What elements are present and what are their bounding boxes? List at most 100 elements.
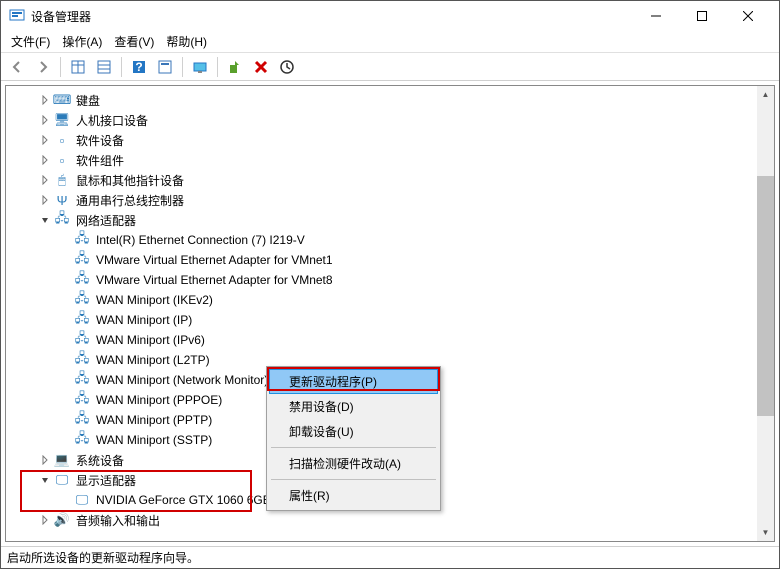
tree-node-label: 通用串行总线控制器 [74, 191, 186, 210]
minimize-button[interactable] [633, 1, 679, 31]
tree-node-label: WAN Miniport (IP) [94, 312, 194, 328]
vertical-scrollbar[interactable]: ▲ ▼ [757, 86, 774, 541]
app-icon [9, 8, 25, 24]
tree-node[interactable]: 🔊音频输入和输出 [6, 510, 757, 530]
tree-node-label: WAN Miniport (PPPOE) [94, 392, 224, 408]
tree-node[interactable]: 🖧WAN Miniport (IP) [6, 310, 757, 330]
close-button[interactable] [725, 1, 771, 31]
enable-button[interactable] [223, 55, 247, 79]
tree-node-label: WAN Miniport (L2TP) [94, 352, 212, 368]
net-icon: 🖧 [74, 252, 90, 268]
expander-placeholder [58, 493, 72, 507]
net-icon: 🖧 [74, 392, 90, 408]
expand-icon[interactable] [38, 113, 52, 127]
menu-help[interactable]: 帮助(H) [160, 31, 213, 52]
menu-view[interactable]: 查看(V) [108, 31, 160, 52]
display-icon: 🖵 [74, 492, 90, 508]
scroll-down-arrow[interactable]: ▼ [757, 524, 774, 541]
tree-node-label: 鼠标和其他指针设备 [74, 171, 186, 190]
properties-button[interactable] [153, 55, 177, 79]
update-driver-button[interactable] [188, 55, 212, 79]
expand-icon[interactable] [38, 513, 52, 527]
help-button[interactable]: ? [127, 55, 151, 79]
expand-icon[interactable] [38, 193, 52, 207]
tree-node-label: VMware Virtual Ethernet Adapter for VMne… [94, 252, 335, 268]
menu-action[interactable]: 操作(A) [56, 31, 108, 52]
scan-button[interactable] [275, 55, 299, 79]
expander-placeholder [58, 313, 72, 327]
tree-node[interactable]: 🖧WAN Miniport (IPv6) [6, 330, 757, 350]
ctx-disable-device[interactable]: 禁用设备(D) [269, 394, 438, 419]
tree-node-label: 系统设备 [74, 451, 126, 470]
network-icon: 🖧 [54, 212, 70, 228]
tree-node[interactable]: Ψ通用串行总线控制器 [6, 190, 757, 210]
net-icon: 🖧 [74, 332, 90, 348]
toolbar-separator [60, 57, 61, 77]
tree-node[interactable]: 🖥人机接口设备 [6, 110, 757, 130]
tree-node-label: WAN Miniport (IPv6) [94, 332, 207, 348]
toolbar-separator [182, 57, 183, 77]
tree-node[interactable]: 🖱鼠标和其他指针设备 [6, 170, 757, 190]
ctx-properties[interactable]: 属性(R) [269, 483, 438, 508]
system-icon: 💻 [54, 452, 70, 468]
net-icon: 🖧 [74, 412, 90, 428]
expand-icon[interactable] [38, 173, 52, 187]
usb-icon: Ψ [54, 192, 70, 208]
tree-node[interactable]: ⌨键盘 [6, 90, 757, 110]
back-button[interactable] [5, 55, 29, 79]
tree-node-label: WAN Miniport (Network Monitor) [94, 372, 270, 388]
tree-node[interactable]: ▫软件设备 [6, 130, 757, 150]
hid-icon: 🖥 [54, 112, 70, 128]
list-view-button[interactable] [92, 55, 116, 79]
tree-node[interactable]: 🖧WAN Miniport (IKEv2) [6, 290, 757, 310]
tree-node[interactable]: 🖧网络适配器 [6, 210, 757, 230]
expand-icon[interactable] [38, 453, 52, 467]
detail-view-button[interactable] [66, 55, 90, 79]
expander-placeholder [58, 253, 72, 267]
ctx-separator [271, 479, 436, 480]
mouse-icon: 🖱 [54, 172, 70, 188]
window-title: 设备管理器 [31, 8, 633, 25]
net-icon: 🖧 [74, 272, 90, 288]
context-menu: 更新驱动程序(P) 禁用设备(D) 卸载设备(U) 扫描检测硬件改动(A) 属性… [266, 366, 441, 511]
net-icon: 🖧 [74, 352, 90, 368]
forward-button[interactable] [31, 55, 55, 79]
tree-node-label: 软件设备 [74, 131, 126, 150]
tree-node[interactable]: 🖧VMware Virtual Ethernet Adapter for VMn… [6, 270, 757, 290]
software-icon: ▫ [54, 132, 70, 148]
expand-icon[interactable] [38, 133, 52, 147]
ctx-separator [271, 447, 436, 448]
menu-file[interactable]: 文件(F) [5, 31, 56, 52]
tree-node[interactable]: 🖧Intel(R) Ethernet Connection (7) I219-V [6, 230, 757, 250]
collapse-icon[interactable] [38, 473, 52, 487]
maximize-button[interactable] [679, 1, 725, 31]
expand-icon[interactable] [38, 93, 52, 107]
display-icon: 🖵 [54, 472, 70, 488]
tree-node-label: 人机接口设备 [74, 111, 150, 130]
tree-node-label: 软件组件 [74, 151, 126, 170]
expander-placeholder [58, 433, 72, 447]
ctx-uninstall-device[interactable]: 卸载设备(U) [269, 419, 438, 444]
expand-icon[interactable] [38, 153, 52, 167]
toolbar: ? [1, 53, 779, 81]
ctx-update-driver[interactable]: 更新驱动程序(P) [269, 369, 438, 394]
expander-placeholder [58, 333, 72, 347]
expander-placeholder [58, 413, 72, 427]
status-text: 启动所选设备的更新驱动程序向导。 [7, 549, 199, 566]
tree-node-label: Intel(R) Ethernet Connection (7) I219-V [94, 232, 307, 248]
scroll-up-arrow[interactable]: ▲ [757, 86, 774, 103]
uninstall-button[interactable] [249, 55, 273, 79]
tree-node[interactable]: ▫软件组件 [6, 150, 757, 170]
net-icon: 🖧 [74, 372, 90, 388]
scroll-thumb[interactable] [757, 176, 774, 416]
toolbar-separator [121, 57, 122, 77]
svg-text:?: ? [135, 60, 142, 74]
expander-placeholder [58, 273, 72, 287]
keyboard-icon: ⌨ [54, 92, 70, 108]
net-icon: 🖧 [74, 312, 90, 328]
collapse-icon[interactable] [38, 213, 52, 227]
ctx-scan-hardware[interactable]: 扫描检测硬件改动(A) [269, 451, 438, 476]
tree-node[interactable]: 🖧VMware Virtual Ethernet Adapter for VMn… [6, 250, 757, 270]
titlebar: 设备管理器 [1, 1, 779, 31]
audio-icon: 🔊 [54, 512, 70, 528]
